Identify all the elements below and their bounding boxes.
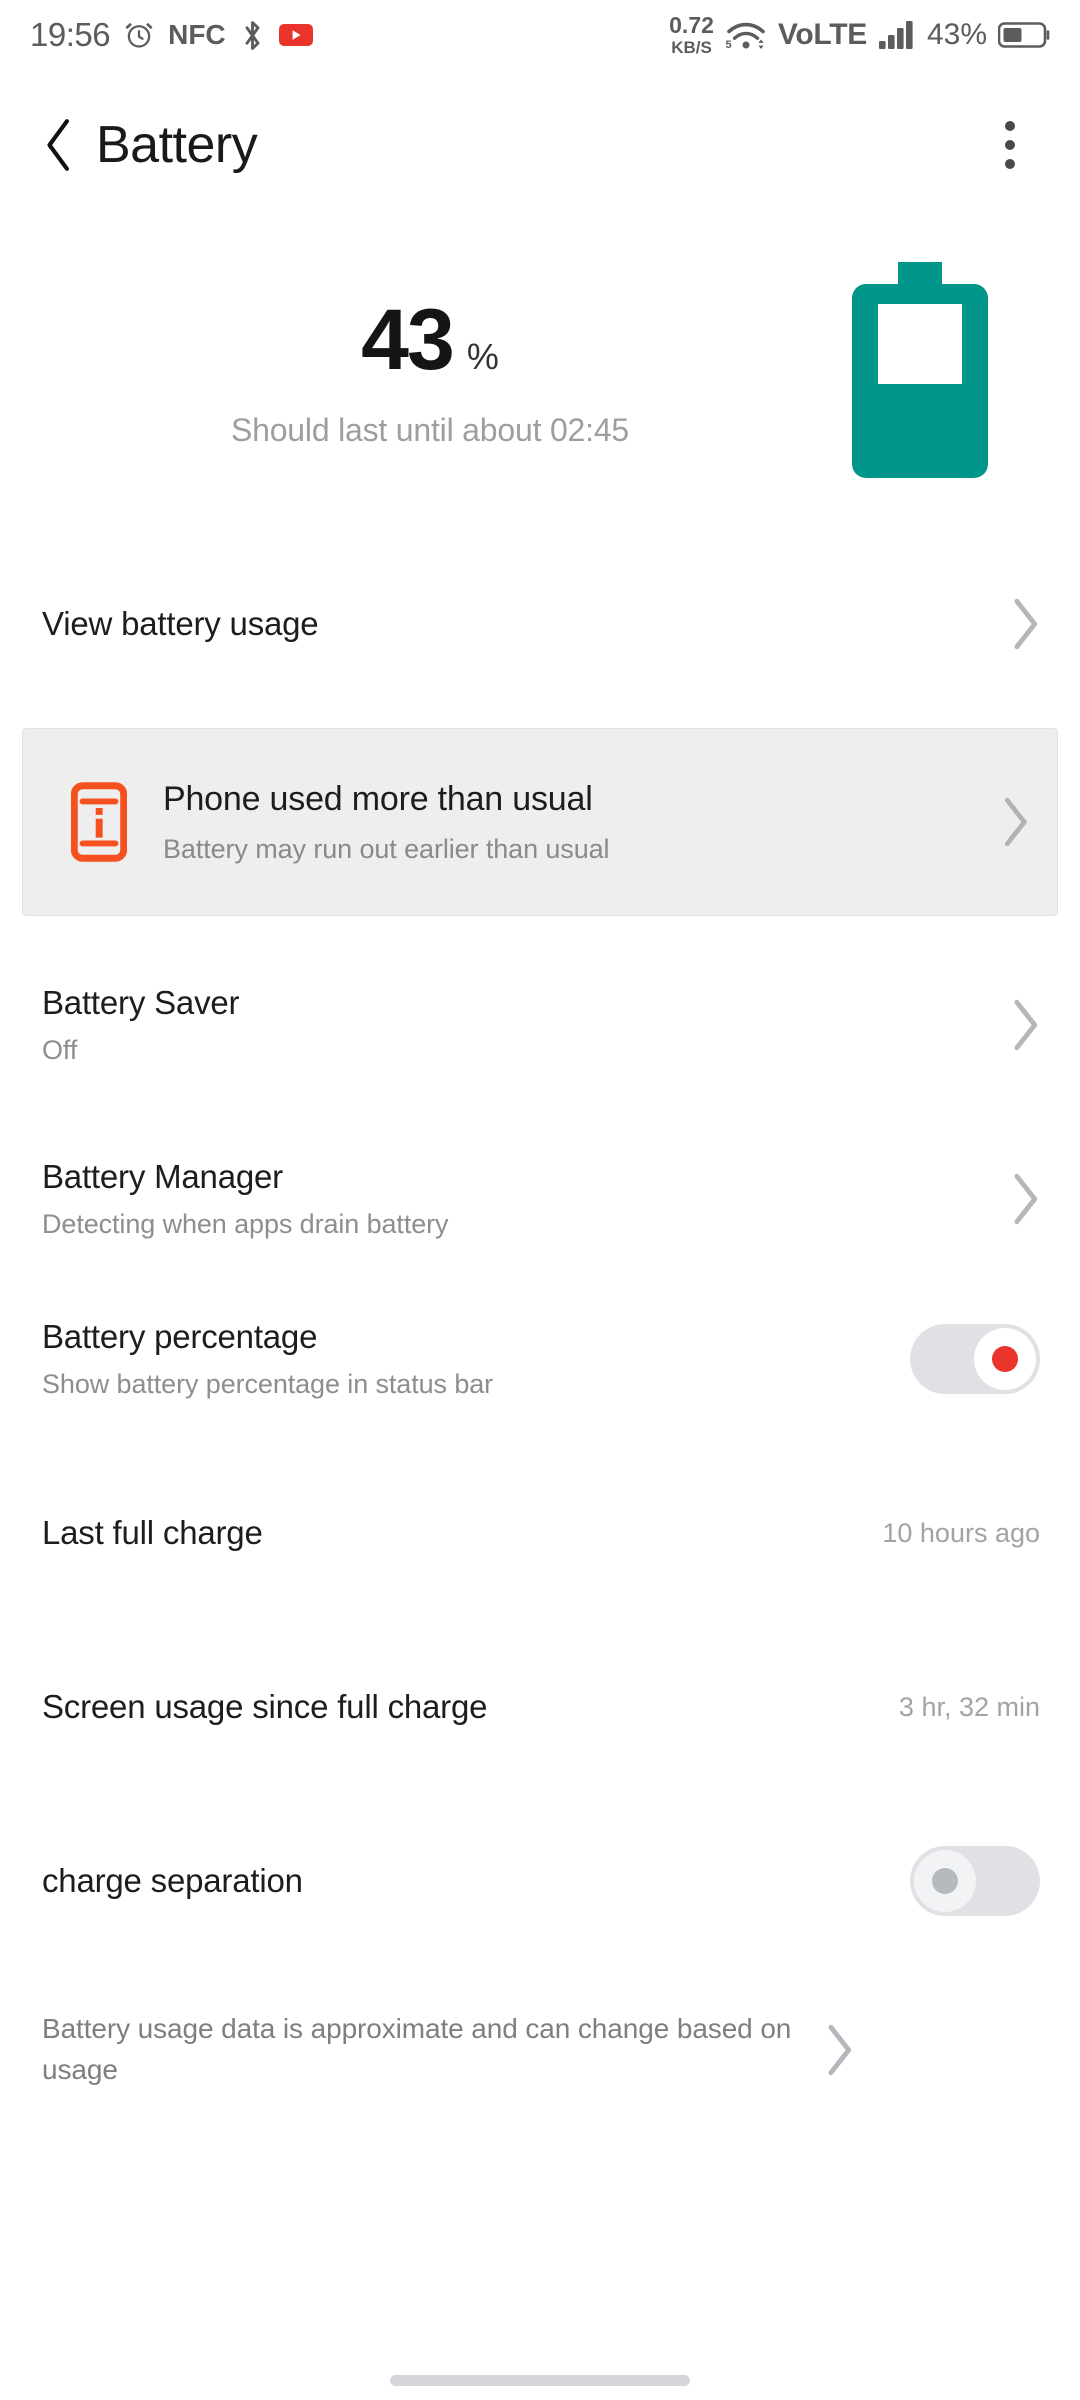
network-speed-indicator: 0.72 KB/S [669,12,714,57]
toggle-dot [932,1868,958,1894]
last-full-charge-value: 10 hours ago [882,1517,1040,1548]
alarm-clock-icon [123,19,155,51]
phone-usage-warning-card[interactable]: Phone used more than usual Battery may r… [22,728,1058,916]
battery-saver-subtitle: Off [42,1035,78,1066]
battery-percentage-toggle[interactable] [910,1324,1040,1394]
warning-card-title: Phone used more than usual [163,779,593,818]
sidebar-item-battery-saver[interactable]: Battery Saver Off [0,960,1080,1090]
view-battery-usage-row[interactable]: View battery usage [0,564,1080,684]
battery-percentage-title: Battery percentage [42,1318,318,1355]
setting-row-screen-usage: Screen usage since full charge 3 hr, 32 … [0,1642,1080,1772]
screen-usage-value: 3 hr, 32 min [898,1691,1040,1722]
chevron-left-icon [47,119,70,171]
battery-summary: 43 % Should last until about 02:45 [0,220,1080,520]
youtube-icon [278,22,313,48]
battery-manager-main: Battery Manager Detecting when apps drai… [42,1156,988,1242]
battery-manager-title: Battery Manager [42,1158,283,1195]
page-title: Battery [96,116,258,174]
volte-indicator: VoLTE [777,18,867,51]
screen-usage-main: Screen usage since full charge [42,1686,879,1727]
battery-percent-display: 43 % [361,291,499,390]
battery-summary-text: 43 % Should last until about 02:45 [0,291,820,449]
battery-level-graphic [820,260,1020,480]
status-bar-right: 0.72 KB/S 5 VoLTE 43% [669,14,1052,56]
battery-saver-main: Battery Saver Off [42,982,988,1068]
overflow-menu-button[interactable] [980,110,1040,180]
status-bar: 19:56 NFC 0.72 KB/S 5 VoLTE 43% [0,0,1080,70]
charge-separation-main: charge separation [42,1860,886,1901]
battery-icon [998,20,1052,50]
back-button[interactable] [30,116,88,174]
battery-usage-footnote: Battery usage data is approximate and ca… [42,2013,792,2085]
warning-card-subtitle: Battery may run out earlier than usual [163,833,610,864]
battery-estimate-text: Should last until about 02:45 [230,412,630,448]
chevron-right-icon [1010,598,1040,650]
toggle-dot [992,1346,1018,1372]
battery-percentage-subtitle: Show battery percentage in status bar [42,1369,494,1400]
app-bar: Battery [0,70,1080,220]
battery-percent-value: 43 [361,292,455,388]
charge-separation-toggle[interactable] [910,1846,1040,1916]
status-bar-battery-percent: 43% [926,18,987,51]
cellular-signal-icon [878,20,916,50]
chevron-right-icon [1010,1173,1040,1225]
sidebar-item-battery-manager[interactable]: Battery Manager Detecting when apps drai… [0,1134,1080,1264]
chevron-right-icon [1010,999,1040,1051]
more-vertical-icon-dot [1005,140,1015,150]
battery-alert-icon [53,780,145,864]
toggle-thumb [974,1328,1036,1390]
network-speed-value: 0.72 [669,12,714,38]
last-full-charge-title: Last full charge [42,1514,263,1552]
view-battery-usage-main: View battery usage [42,603,988,644]
setting-row-charge-separation[interactable]: charge separation [0,1816,1080,1946]
toggle-thumb [914,1850,976,1912]
status-bar-clock: 19:56 [30,16,111,53]
screen-usage-title: Screen usage since full charge [42,1688,488,1726]
battery-percent-symbol: % [466,336,499,377]
more-vertical-icon-dot [1005,159,1015,169]
setting-row-last-full-charge: Last full charge 10 hours ago [0,1468,1080,1598]
view-battery-usage-label: View battery usage [42,605,319,643]
home-indicator[interactable] [390,2375,690,2386]
setting-row-battery-percentage[interactable]: Battery percentage Show battery percenta… [0,1294,1080,1424]
network-speed-unit: KB/S [671,38,712,57]
battery-manager-subtitle: Detecting when apps drain battery [42,1209,449,1240]
battery-saver-title: Battery Saver [42,984,240,1021]
last-full-charge-main: Last full charge [42,1512,862,1553]
battery-level-icon [852,262,988,478]
wifi-icon: 5 [725,18,767,52]
bluetooth-icon [239,19,266,52]
chevron-right-icon [1001,797,1029,847]
battery-percentage-main: Battery percentage Show battery percenta… [42,1316,886,1402]
warning-card-wrapper: Phone used more than usual Battery may r… [0,728,1080,916]
battery-usage-footnote-row[interactable]: Battery usage data is approximate and ca… [0,1990,1080,2110]
nfc-indicator: NFC [168,19,226,50]
svg-text:5: 5 [725,39,731,51]
chevron-right-icon [824,2024,854,2076]
status-bar-left: 19:56 NFC [30,16,313,54]
warning-card-body: Phone used more than usual Battery may r… [145,780,979,865]
charge-separation-title: charge separation [42,1862,303,1900]
more-vertical-icon-dot [1005,121,1015,131]
